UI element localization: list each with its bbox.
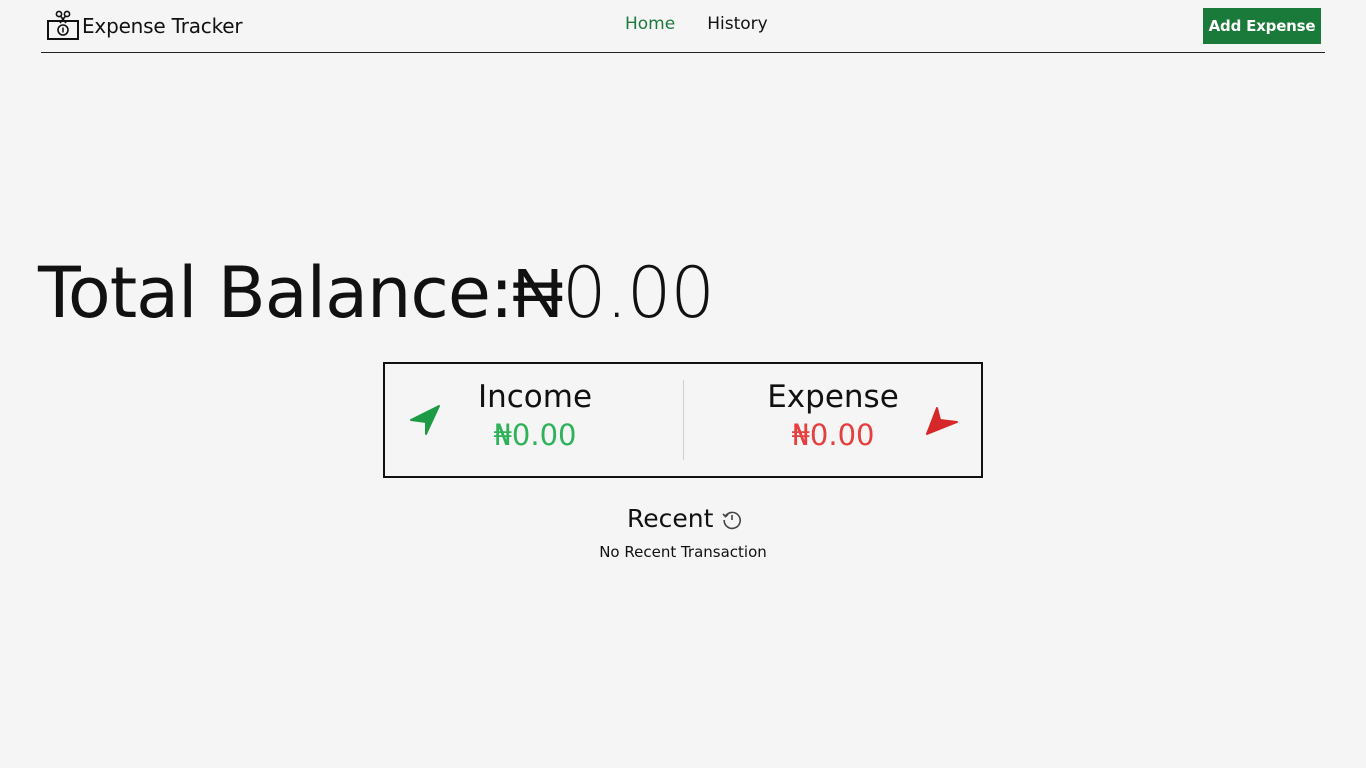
total-balance-value: ₦0.00 <box>512 252 715 334</box>
summary-divider <box>683 380 684 460</box>
income-block: Income ₦0.00 <box>465 378 605 454</box>
add-expense-button[interactable]: Add Expense <box>1203 8 1321 44</box>
arrow-down-right-icon <box>926 407 958 435</box>
history-icon <box>722 511 742 529</box>
nav-link-history[interactable]: History <box>707 14 767 34</box>
expense-block: Expense ₦0.00 <box>755 378 911 454</box>
money-scissors-icon <box>47 10 79 40</box>
brand-link[interactable]: Expense Tracker <box>46 8 243 44</box>
arrow-up-right-icon <box>410 405 440 435</box>
expense-label: Expense <box>767 379 899 415</box>
income-expense-summary: Income ₦0.00 Expense ₦0.00 <box>383 362 983 478</box>
total-balance-label: Total Balance: <box>38 252 513 334</box>
expense-amount: ₦0.00 <box>791 418 875 452</box>
nav-links: Home History <box>625 14 768 34</box>
income-amount: ₦0.00 <box>493 418 577 452</box>
nav-link-home[interactable]: Home <box>625 14 675 34</box>
top-navbar: Expense Tracker Home History Add Expense <box>41 0 1325 53</box>
brand-name: Expense Tracker <box>82 14 243 38</box>
total-balance: Total Balance:₦0.00 <box>38 252 715 334</box>
recent-title: Recent <box>627 504 714 533</box>
income-label: Income <box>477 379 593 415</box>
recent-empty-message: No Recent Transaction <box>599 543 767 561</box>
recent-header: Recent <box>627 504 743 533</box>
